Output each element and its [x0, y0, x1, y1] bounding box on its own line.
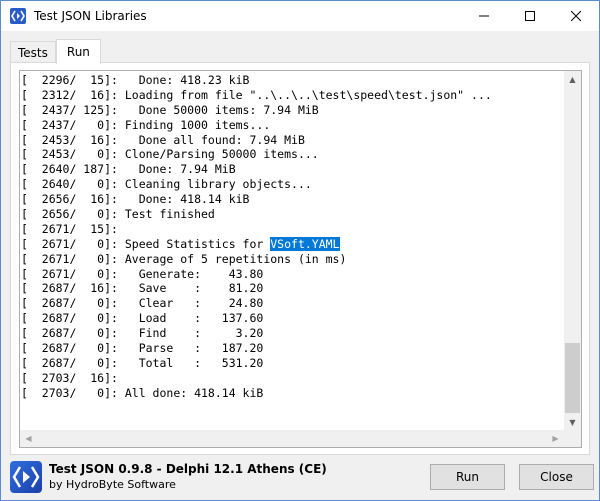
log-line: [ 2656/ 16]: Done: 418.14 kiB [21, 192, 250, 207]
log-line: [ 2296/ 15]: Done: 418.23 kiB [21, 73, 250, 87]
log-line: [ 2687/ 0]: Total : 531.20 [21, 355, 264, 370]
close-icon [571, 11, 581, 21]
log-line: [ 2453/ 0]: Clone/Parsing 50000 items... [21, 147, 319, 162]
tab-strip: Tests Run [10, 39, 101, 64]
scroll-left-icon[interactable]: ◀ [20, 430, 37, 447]
app-title: Test JSON 0.9.8 - Delphi 12.1 Athens (CE… [49, 462, 327, 476]
log-line: [ 2703/ 16]: [21, 370, 118, 385]
app-subtitle: by HydroByte Software [49, 478, 176, 491]
log-line: [ 2453/ 16]: Done all found: 7.94 MiB [21, 132, 305, 147]
log-line: [ 2687/ 0]: Load : 137.60 [21, 311, 264, 326]
log-text[interactable]: [ 2296/ 15]: Done: 418.23 kiB[ 2312/ 16]… [21, 73, 565, 431]
scroll-right-icon[interactable]: ▶ [547, 430, 564, 447]
log-memo[interactable]: [ 2296/ 15]: Done: 418.23 kiB[ 2312/ 16]… [19, 70, 582, 448]
log-line: [ 2671/ 0]: Speed Statistics for VSoft.Y… [21, 236, 340, 251]
title-bar[interactable]: Test JSON Libraries [1, 1, 599, 31]
app-logo-icon [10, 461, 42, 493]
app-icon [10, 8, 26, 24]
log-line: [ 2656/ 0]: Test finished [21, 207, 215, 222]
log-line: [ 2671/ 15]: [21, 221, 118, 236]
maximize-button[interactable] [507, 1, 553, 31]
run-tab-panel: [ 2296/ 15]: Done: 418.23 kiB[ 2312/ 16]… [10, 62, 590, 455]
close-window-button[interactable] [553, 1, 599, 31]
log-line: [ 2671/ 0]: Average of 5 repetitions (in… [21, 251, 347, 266]
run-button[interactable]: Run [430, 464, 505, 490]
scrollbar-corner [564, 430, 581, 447]
close-button[interactable]: Close [519, 464, 594, 490]
tab-run[interactable]: Run [55, 39, 101, 64]
horizontal-scrollbar[interactable]: ◀ ▶ [20, 430, 564, 447]
maximize-icon [525, 11, 535, 21]
log-line: [ 2687/ 16]: Save : 81.20 [21, 281, 264, 296]
log-line: [ 2437/ 125]: Done 50000 items: 7.94 MiB [21, 102, 319, 117]
minimize-button[interactable] [461, 1, 507, 31]
log-line: [ 2687/ 0]: Parse : 187.20 [21, 341, 264, 356]
footer: Test JSON 0.9.8 - Delphi 12.1 Athens (CE… [1, 456, 599, 500]
log-line: [ 2640/ 0]: Cleaning library objects... [21, 177, 312, 192]
selected-text: VSoft.YAML [270, 236, 340, 251]
window-title: Test JSON Libraries [34, 9, 147, 23]
log-line: [ 2640/ 187]: Done: 7.94 MiB [21, 162, 236, 177]
vertical-scrollbar[interactable]: ▲ ▼ [564, 71, 581, 431]
vertical-scroll-thumb[interactable] [565, 343, 580, 413]
log-line: [ 2703/ 0]: All done: 418.14 kiB [21, 385, 264, 400]
app-window: Test JSON Libraries Tests Run [ 2296/ 15… [0, 0, 600, 501]
scroll-up-icon[interactable]: ▲ [564, 71, 581, 88]
log-line: [ 2687/ 0]: Find : 3.20 [21, 326, 264, 341]
tab-tests[interactable]: Tests [10, 41, 56, 63]
log-line: [ 2671/ 0]: Generate: 43.80 [21, 266, 264, 281]
log-line: [ 2312/ 16]: Loading from file "..\..\..… [21, 87, 492, 102]
log-line: [ 2437/ 0]: Finding 1000 items... [21, 117, 271, 132]
minimize-icon [479, 15, 489, 17]
scroll-down-icon[interactable]: ▼ [564, 414, 581, 431]
log-line: [ 2687/ 0]: Clear : 24.80 [21, 296, 264, 311]
